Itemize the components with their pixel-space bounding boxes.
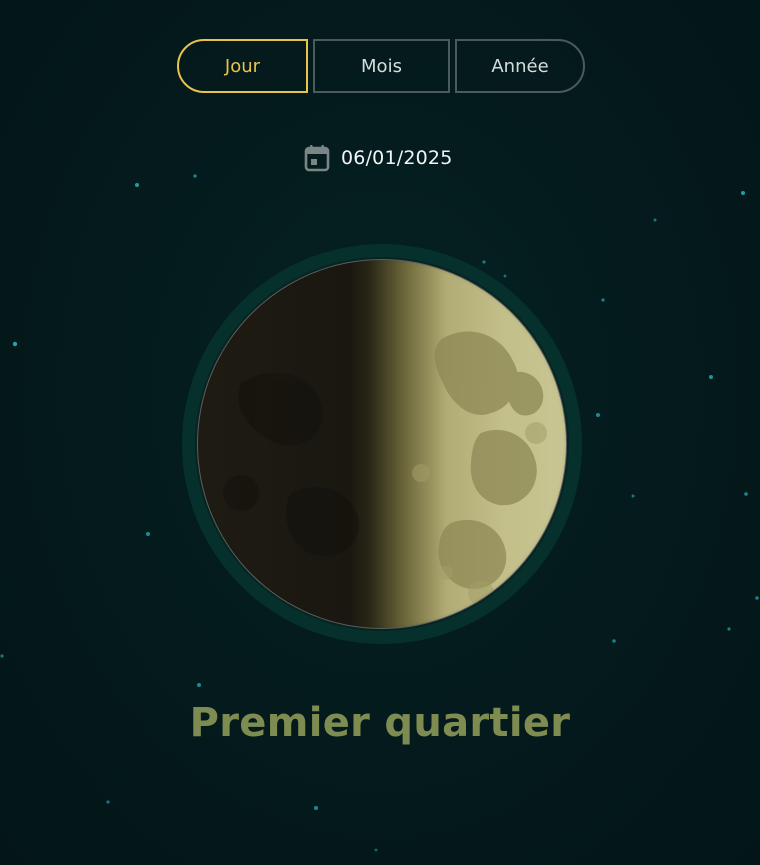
moon-image: [182, 244, 582, 644]
calendar-icon: [304, 145, 330, 172]
day-view-button[interactable]: Jour: [177, 39, 308, 93]
month-view-button[interactable]: Mois: [313, 39, 450, 93]
selected-date: 06/01/2025: [341, 147, 453, 169]
moon-phase-display: [181, 243, 583, 645]
moon-phase-name: Premier quartier: [189, 700, 571, 746]
view-mode-selector: Jour Mois Année: [177, 39, 585, 93]
year-view-button[interactable]: Année: [455, 39, 585, 93]
date-picker[interactable]: 06/01/2025: [304, 143, 453, 173]
